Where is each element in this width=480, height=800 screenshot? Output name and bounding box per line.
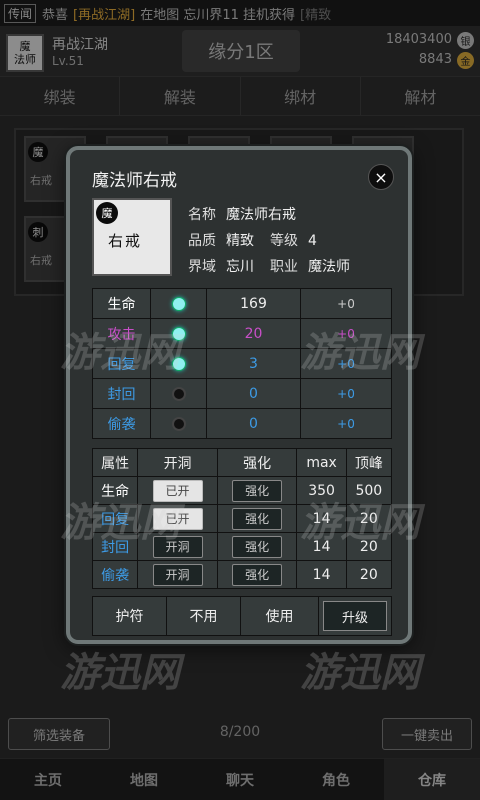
stat-value: 20 [206,318,301,349]
attribute-max: 14 [296,560,347,589]
name-label: 名称 [188,207,216,223]
stat-bead-icon [150,378,207,409]
enhance-button[interactable]: 强化 [232,535,283,558]
attribute-peak: 500 [345,476,393,505]
dialog-title: 魔法师右戒 [92,171,177,191]
stat-bead-icon [150,318,207,349]
hole-opened-button[interactable]: 已开 [152,507,203,530]
info-quality-row: 品质 精致 等级 4 [188,230,317,250]
attribute-name: 回复 [91,504,139,533]
job-label: 职业 [270,259,298,275]
stat-value: 0 [206,408,301,439]
stat-bead-icon [150,408,207,439]
open-hole-button[interactable]: 开洞 [152,535,203,558]
stat-bead-icon [150,288,207,319]
realm-label: 界域 [188,259,216,275]
attribute-peak: 20 [345,560,393,589]
info-name-row: 名称 魔法师右戒 [188,204,296,224]
portrait-name: 右戒 [108,232,143,250]
col-hole: 开洞 [137,448,218,477]
enhance-button[interactable]: 强化 [232,507,283,530]
name-value: 魔法师右戒 [226,207,296,223]
stat-row: 偷袭 0 +0 [92,408,392,439]
stat-value: 169 [206,288,301,319]
stat-name: 回复 [92,348,151,379]
stat-table: 生命 169 +0 攻击 20 +0 回复 3 +0 封回 0 +0 偷袭 0 … [92,288,392,439]
stat-delta: +0 [300,318,392,349]
attribute-max: 14 [296,532,347,561]
stat-name: 攻击 [92,318,151,349]
level-value: 4 [308,233,317,249]
attribute-row: 回复 已开 强化 14 20 [91,504,393,533]
col-enhance: 强化 [216,448,298,477]
level-label: 等级 [270,233,298,249]
stat-row: 回复 3 +0 [92,348,392,379]
hole-opened-button[interactable]: 已开 [152,479,203,502]
realm-value: 忘川 [226,259,254,275]
attribute-row: 偷袭 开洞 强化 14 20 [91,560,393,589]
stat-bead-icon [150,348,207,379]
amulet-disable-button[interactable]: 不用 [167,597,241,635]
job-value: 魔法师 [308,259,350,275]
stat-delta: +0 [300,378,392,409]
enhance-button[interactable]: 强化 [232,479,283,502]
amulet-upgrade-button[interactable]: 升级 [323,601,387,631]
amulet-row: 护符 不用 使用 升级 [92,596,392,636]
attribute-name: 生命 [91,476,139,505]
item-detail-dialog: 魔法师右戒 × 魔 右戒 名称 魔法师右戒 品质 精致 等级 4 界域 忘川 职业 魔法师 生… [66,146,412,644]
attribute-name: 偷袭 [91,560,139,589]
col-attribute: 属性 [91,448,139,477]
stat-delta: +0 [300,288,392,319]
attribute-row: 生命 已开 强化 350 500 [91,476,393,505]
quality-label: 品质 [188,233,216,249]
amulet-label: 护符 [93,597,167,635]
col-max: max [296,448,347,477]
stat-name: 生命 [92,288,151,319]
attribute-peak: 20 [345,532,393,561]
stat-row: 封回 0 +0 [92,378,392,409]
close-icon[interactable]: × [368,164,394,190]
stat-name: 偷袭 [92,408,151,439]
item-portrait: 魔 右戒 [92,198,172,276]
amulet-use-button[interactable]: 使用 [241,597,319,635]
enhance-button[interactable]: 强化 [232,563,283,586]
stat-delta: +0 [300,408,392,439]
class-mage-icon: 魔 [96,202,118,224]
attribute-table: 属性 开洞 强化 max 顶峰 生命 已开 强化 350 500 回复 已开 强… [91,448,393,589]
stat-name: 封回 [92,378,151,409]
attribute-header-row: 属性 开洞 强化 max 顶峰 [91,448,393,477]
stat-row: 生命 169 +0 [92,288,392,319]
attribute-name: 封回 [91,532,139,561]
stat-delta: +0 [300,348,392,379]
quality-value: 精致 [226,233,254,249]
attribute-max: 14 [296,504,347,533]
attribute-max: 350 [296,476,347,505]
stat-value: 0 [206,378,301,409]
stat-value: 3 [206,348,301,379]
info-realm-row: 界域 忘川 职业 魔法师 [188,256,350,276]
attribute-peak: 20 [345,504,393,533]
stat-row: 攻击 20 +0 [92,318,392,349]
attribute-row: 封回 开洞 强化 14 20 [91,532,393,561]
col-peak: 顶峰 [345,448,393,477]
open-hole-button[interactable]: 开洞 [152,563,203,586]
